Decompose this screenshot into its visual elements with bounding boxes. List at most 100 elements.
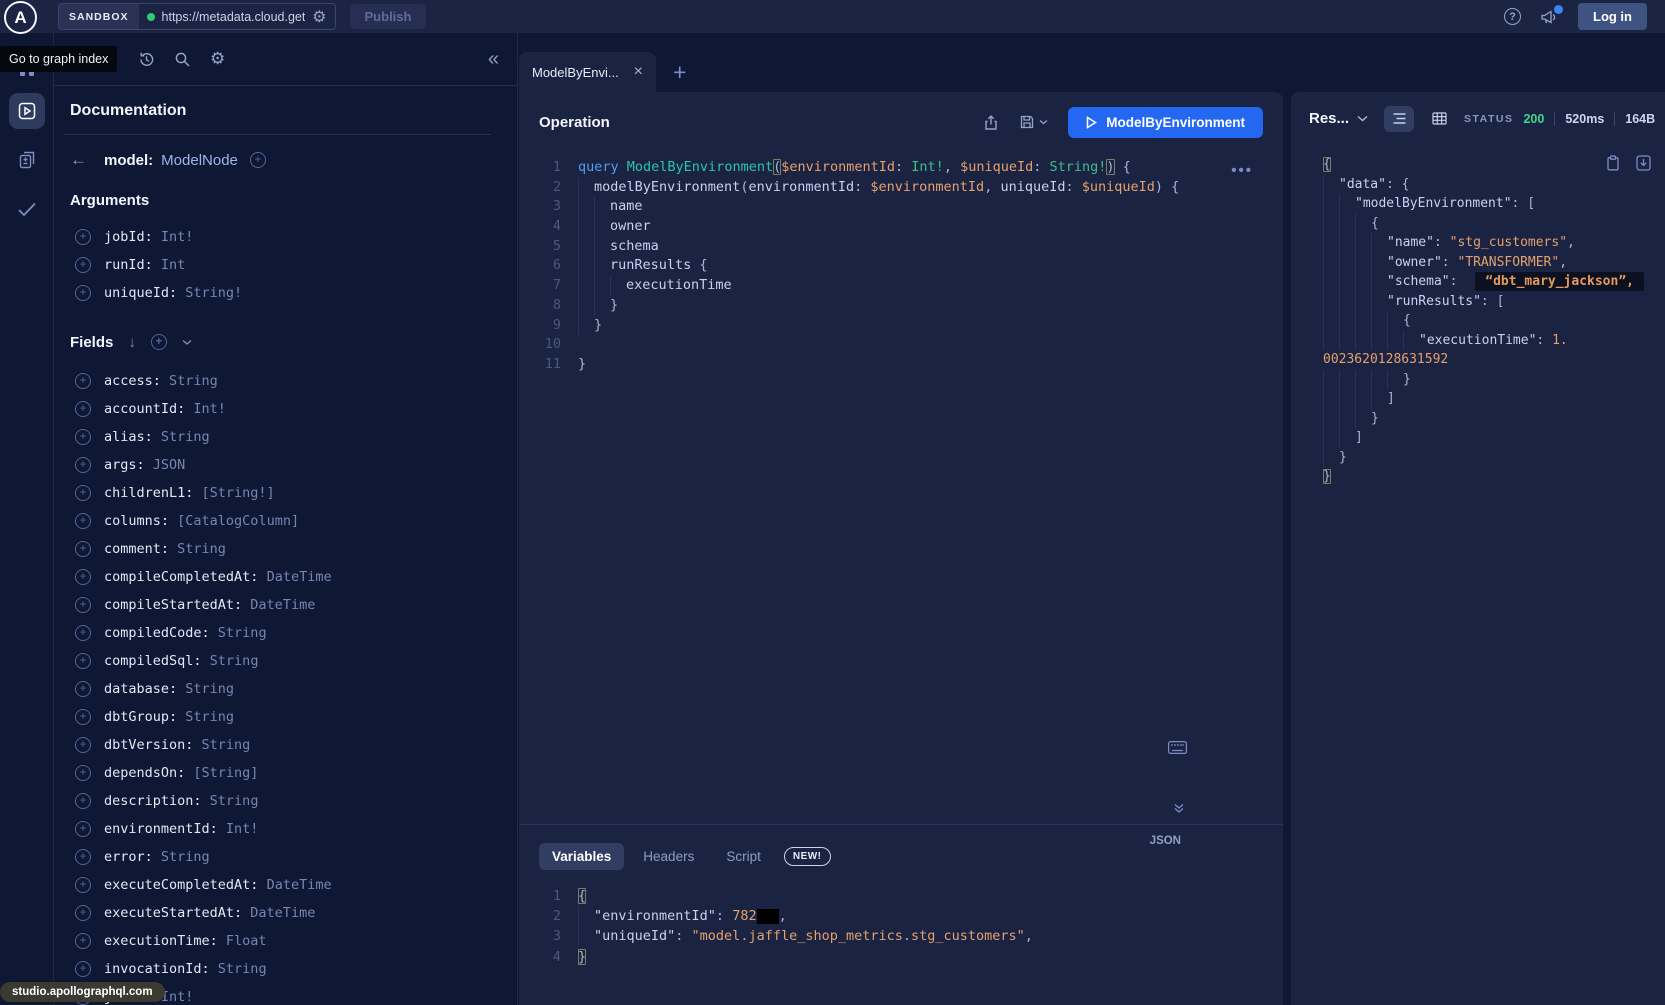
save-options-chevron-icon <box>1039 119 1048 126</box>
collapse-sidebar-icon[interactable]: « <box>488 49 499 69</box>
field-signature[interactable]: jobId: Int! <box>104 229 193 245</box>
keyboard-shortcuts-icon[interactable] <box>1168 741 1187 754</box>
history-icon[interactable] <box>138 51 155 68</box>
sort-fields-icon[interactable]: ↓ <box>128 334 136 351</box>
response-dropdown-label[interactable]: Res... <box>1309 110 1349 127</box>
add-field-to-query-icon[interactable]: + <box>75 905 91 921</box>
add-field-to-query-icon[interactable]: + <box>75 681 91 697</box>
help-icon[interactable]: ? <box>1504 8 1521 25</box>
field-signature[interactable]: runId: Int <box>104 257 185 273</box>
field-signature[interactable]: alias: String <box>104 429 210 445</box>
field-signature[interactable]: childrenL1: [String!] <box>104 485 275 501</box>
field-signature[interactable]: invocationId: String <box>104 961 267 977</box>
response-dropdown-chevron-icon[interactable] <box>1357 115 1368 123</box>
checks-nav-icon[interactable] <box>9 191 45 227</box>
copy-response-icon[interactable] <box>1606 155 1620 171</box>
field-signature[interactable]: executionTime: Float <box>104 933 267 949</box>
back-arrow-icon[interactable]: ← <box>70 150 92 170</box>
operation-tab[interactable]: ModelByEnvi... × <box>519 52 656 92</box>
field-signature[interactable]: comment: String <box>104 541 226 557</box>
publish-button[interactable]: Publish <box>350 4 427 29</box>
code-line: 8} <box>519 296 1283 316</box>
close-tab-icon[interactable]: × <box>634 64 643 80</box>
field-signature[interactable]: dbtGroup: String <box>104 709 234 725</box>
announcements-megaphone-icon[interactable] <box>1540 9 1559 25</box>
add-field-to-query-icon[interactable]: + <box>75 793 91 809</box>
add-field-to-query-icon[interactable]: + <box>75 765 91 781</box>
field-signature[interactable]: uniqueId: String! <box>104 285 242 301</box>
explorer-nav-icon[interactable] <box>9 93 45 129</box>
fields-options-chevron-icon[interactable] <box>182 339 192 346</box>
add-field-to-query-icon[interactable]: + <box>75 373 91 389</box>
new-tab-icon[interactable]: + <box>673 61 686 84</box>
add-field-to-query-icon[interactable]: + <box>75 961 91 977</box>
field-signature[interactable]: compiledSql: String <box>104 653 258 669</box>
share-operation-icon[interactable] <box>983 114 999 131</box>
variables-editor[interactable]: 1{2"environmentId": 782,3"uniqueId": "mo… <box>519 886 1283 967</box>
field-signature[interactable]: environmentId: Int! <box>104 821 258 837</box>
explorer-settings-gear-icon[interactable]: ⚙ <box>210 49 225 69</box>
add-field-to-query-icon[interactable]: + <box>75 429 91 445</box>
run-operation-button[interactable]: ModelByEnvironment <box>1068 107 1263 138</box>
field-signature[interactable]: dependsOn: [String] <box>104 765 258 781</box>
add-field-to-query-icon[interactable]: + <box>75 709 91 725</box>
add-field-to-query-icon[interactable]: + <box>75 457 91 473</box>
tab-headers[interactable]: Headers <box>630 843 707 870</box>
search-icon[interactable] <box>174 51 191 68</box>
endpoint-url-field[interactable]: https://metadata.cloud.get ⚙ <box>139 4 335 29</box>
type-name-link[interactable]: ModelNode <box>161 152 238 169</box>
add-field-to-query-icon[interactable]: + <box>75 285 91 301</box>
operation-editor[interactable]: ••• 1query ModelByEnvironment($environme… <box>519 152 1283 824</box>
field-signature[interactable]: executeCompletedAt: DateTime <box>104 877 332 893</box>
field-row: + compiledCode: String <box>64 619 491 647</box>
add-field-to-query-icon[interactable]: + <box>75 513 91 529</box>
field-signature[interactable]: accountId: Int! <box>104 401 226 417</box>
add-field-to-query-icon[interactable]: + <box>75 849 91 865</box>
add-field-to-query-icon[interactable]: + <box>75 569 91 585</box>
add-field-to-query-icon[interactable]: + <box>75 229 91 245</box>
login-button[interactable]: Log in <box>1578 3 1647 30</box>
field-signature[interactable]: executeStartedAt: DateTime <box>104 905 315 921</box>
line-number: 2 <box>519 906 561 926</box>
field-signature[interactable]: error: String <box>104 849 210 865</box>
table-view-toggle-icon[interactable] <box>1424 106 1454 132</box>
add-all-fields-icon[interactable]: + <box>151 334 167 350</box>
code-line: { <box>1323 214 1659 234</box>
field-signature[interactable]: columns: [CatalogColumn] <box>104 513 299 529</box>
add-field-to-query-icon[interactable]: + <box>75 821 91 837</box>
connection-settings-gear-icon[interactable]: ⚙ <box>312 7 326 27</box>
field-signature[interactable]: description: String <box>104 793 258 809</box>
add-field-to-query-icon[interactable]: + <box>75 625 91 641</box>
add-field-to-query-icon[interactable]: + <box>75 653 91 669</box>
download-response-icon[interactable] <box>1636 155 1651 171</box>
field-signature[interactable]: dbtVersion: String <box>104 737 250 753</box>
tree-view-toggle-icon[interactable] <box>1384 106 1414 132</box>
field-signature[interactable]: compileStartedAt: DateTime <box>104 597 315 613</box>
field-signature[interactable]: access: String <box>104 373 218 389</box>
endpoint-url[interactable]: https://metadata.cloud.get <box>162 10 306 24</box>
code-line: 6runResults { <box>519 256 1283 276</box>
field-signature[interactable]: args: JSON <box>104 457 185 473</box>
tab-variables[interactable]: Variables <box>539 843 624 870</box>
add-field-to-query-icon[interactable]: + <box>75 541 91 557</box>
variables-section: JSON Variables Headers Script NEW! 1{2"e… <box>519 824 1283 1005</box>
code-line: { <box>1323 311 1659 331</box>
add-field-to-query-icon[interactable]: + <box>75 597 91 613</box>
schema-nav-icon[interactable] <box>9 142 45 178</box>
add-field-to-query-icon[interactable]: + <box>75 877 91 893</box>
save-operation-icon[interactable] <box>1019 114 1048 130</box>
operation-menu-ellipsis-icon[interactable]: ••• <box>1231 162 1253 179</box>
field-signature[interactable]: compileCompletedAt: DateTime <box>104 569 332 585</box>
field-signature[interactable]: database: String <box>104 681 234 697</box>
add-field-to-query-icon[interactable]: + <box>75 401 91 417</box>
add-field-to-query-icon[interactable]: + <box>75 737 91 753</box>
add-field-to-query-icon[interactable]: + <box>75 485 91 501</box>
collapse-variables-chevron-icon[interactable] <box>1173 802 1185 814</box>
add-type-icon[interactable]: + <box>250 152 266 168</box>
add-field-to-query-icon[interactable]: + <box>75 933 91 949</box>
line-number: 6 <box>519 256 561 276</box>
tab-script[interactable]: Script <box>713 843 774 870</box>
add-field-to-query-icon[interactable]: + <box>75 257 91 273</box>
apollo-logo[interactable]: A <box>4 1 37 34</box>
field-signature[interactable]: compiledCode: String <box>104 625 267 641</box>
